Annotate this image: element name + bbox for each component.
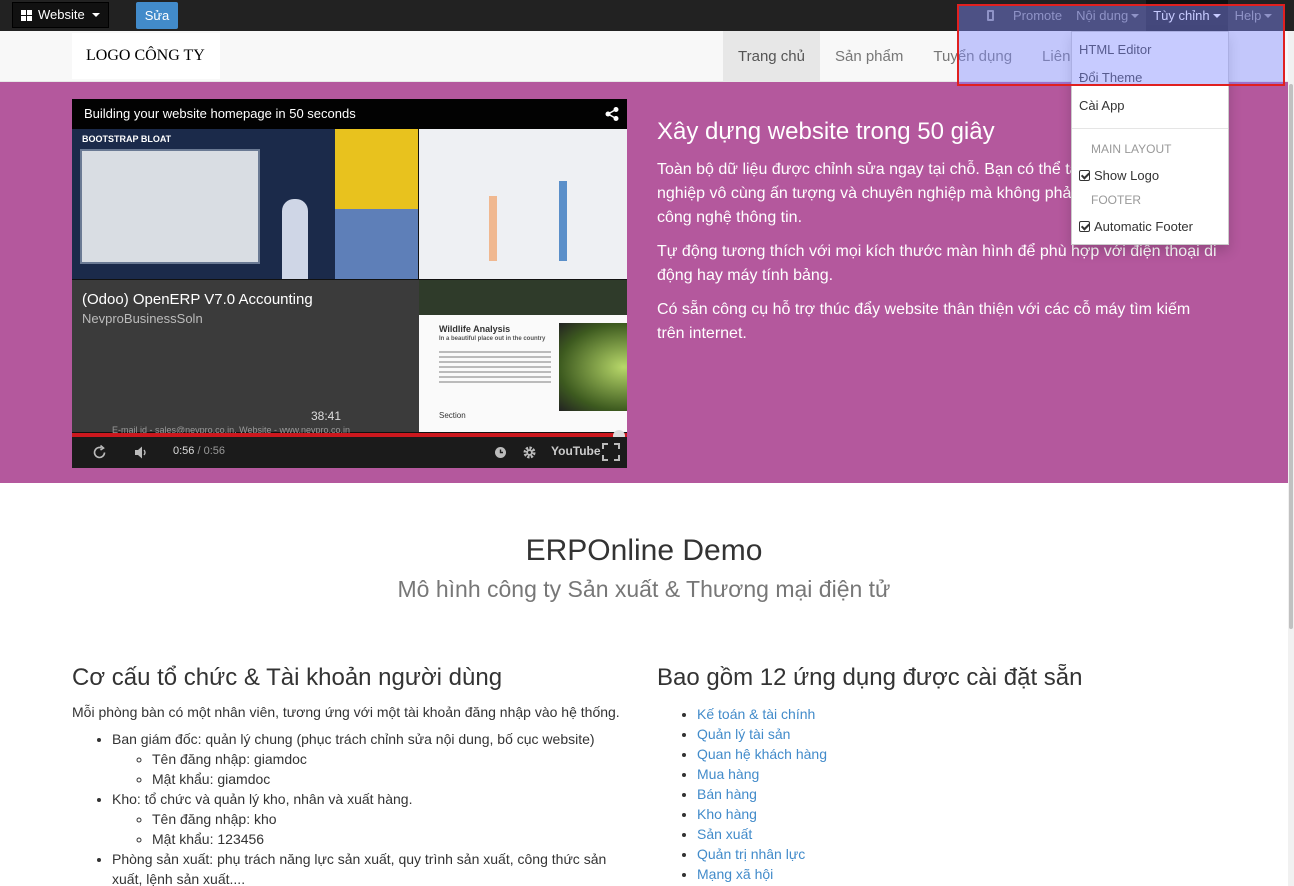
app-link[interactable]: Mua hàng (697, 766, 759, 782)
list-item: Tên đăng nhập: kho (152, 809, 632, 829)
app-link[interactable]: Mạng xã hội (697, 866, 773, 882)
list-item: Mạng xã hội (697, 864, 1217, 884)
video-thumb-3 (335, 209, 418, 279)
app-link[interactable]: Quan hệ khách hàng (697, 746, 827, 762)
app-link[interactable]: Quản lý tài sản (697, 726, 790, 742)
thumb-text: Section (439, 411, 466, 420)
volume-icon[interactable] (134, 445, 149, 460)
list-item: Quan hệ khách hàng (697, 744, 1217, 764)
install-app-item[interactable]: Cài App (1079, 96, 1125, 116)
thumb-bar (559, 181, 567, 261)
video-overlay-channel[interactable]: NevproBusinessSoln (82, 311, 203, 326)
highlight-box (957, 4, 1285, 86)
thumb-bar (489, 196, 497, 261)
menu-item-home[interactable]: Trang chủ (723, 31, 820, 82)
apps-section: Bao gồm 12 ứng dụng được cài đặt sẵn Kế … (657, 664, 1217, 884)
menu-item-products[interactable]: Sản phẩm (820, 31, 918, 82)
list-item: Phòng sản xuất: phụ trách năng lực sản x… (112, 849, 632, 886)
website-menu-label: Website (38, 7, 85, 22)
video-player[interactable]: BOOTSTRAP BLOAT Wildlife Analysis In a b… (72, 99, 627, 468)
watch-later-icon[interactable] (493, 445, 508, 460)
video-current-time: 0:56 (173, 445, 195, 457)
thumb-text: Wildlife Analysis (439, 324, 511, 334)
list-item: Kho hàng (697, 804, 1217, 824)
demo-title: ERPOnline Demo (525, 534, 763, 567)
check-icon (1079, 221, 1090, 232)
dropdown-divider (1072, 128, 1228, 129)
list-item: Mật khẩu: giamdoc (152, 769, 632, 789)
list-item: Mua hàng (697, 764, 1217, 784)
department-label: Kho: tổ chức và quản lý kho, nhân và xuấ… (112, 791, 413, 807)
grid-icon (21, 9, 32, 21)
thumb-header (419, 280, 627, 315)
video-total-time: / 0:56 (197, 445, 226, 457)
thumb-text: BOOTSTRAP BLOAT (82, 134, 172, 144)
show-logo-label: Show Logo (1094, 168, 1160, 183)
thumb-text: In a beautiful place out in the country (439, 336, 546, 342)
thumb-picture (559, 323, 627, 411)
video-thumb-2 (335, 129, 418, 209)
video-thumb-4 (419, 129, 627, 279)
list-item: Sản xuất (697, 824, 1217, 844)
list-item: Kho: tổ chức và quản lý kho, nhân và xuấ… (112, 789, 632, 849)
thumb-window (80, 149, 260, 264)
app-link[interactable]: Bán hàng (697, 786, 757, 802)
apps-heading: Bao gồm 12 ứng dụng được cài đặt sẵn (657, 664, 1083, 691)
app-link[interactable]: Kho hàng (697, 806, 757, 822)
hero-paragraph-2: Tự động tương thích với mọi kích thước m… (657, 243, 1217, 284)
show-logo-toggle[interactable]: Show Logo (1079, 166, 1159, 186)
replay-icon[interactable] (92, 445, 107, 460)
video-controls: 0:56 / 0:56 YouTube (72, 437, 627, 468)
org-structure-section: Cơ cấu tổ chức & Tài khoản người dùng Mỗ… (72, 664, 632, 886)
thumb-lines (439, 348, 551, 386)
caret-down-icon (91, 13, 100, 17)
demo-subtitle: Mô hình công ty Sản xuất & Thương mại đi… (397, 576, 891, 602)
footer-header: FOOTER (1091, 193, 1141, 207)
video-thumb-6: Wildlife Analysis In a beautiful place o… (419, 280, 627, 432)
gear-icon[interactable] (522, 445, 537, 460)
company-logo[interactable]: LOGO CÔNG TY (72, 33, 220, 79)
list-item: Bán hàng (697, 784, 1217, 804)
automatic-footer-label: Automatic Footer (1094, 219, 1193, 234)
apps-list: Kế toán & tài chính Quản lý tài sản Quan… (657, 704, 1217, 884)
website-menu-button[interactable]: Website (12, 2, 109, 28)
video-title[interactable]: Building your website homepage in 50 sec… (72, 99, 627, 129)
list-item: Tên đăng nhập: giamdoc (152, 749, 632, 769)
scrollbar-thumb[interactable] (1289, 84, 1293, 629)
list-item: Mật khẩu: 123456 (152, 829, 632, 849)
edit-button[interactable]: Sửa (136, 2, 178, 29)
video-duration-badge: 38:41 (311, 409, 342, 423)
list-item: Quản trị nhân lực (697, 844, 1217, 864)
department-label: Phòng sản xuất: phụ trách năng lực sản x… (112, 851, 607, 886)
app-link[interactable]: Quản trị nhân lực (697, 846, 805, 862)
hero-paragraph-3: Có sẵn công cụ hỗ trợ thúc đẩy website t… (657, 301, 1191, 342)
department-list: Ban giám đốc: quản lý chung (phục trách … (72, 729, 632, 886)
org-structure-heading: Cơ cấu tổ chức & Tài khoản người dùng (72, 664, 503, 691)
youtube-logo[interactable]: YouTube (551, 444, 601, 458)
list-item: Ban giám đốc: quản lý chung (phục trách … (112, 729, 632, 789)
share-icon[interactable] (605, 107, 619, 121)
fullscreen-icon[interactable] (602, 443, 620, 461)
list-item: Quản lý tài sản (697, 724, 1217, 744)
app-link[interactable]: Kế toán & tài chính (697, 706, 815, 722)
thumb-person (282, 199, 308, 279)
department-label: Ban giám đốc: quản lý chung (phục trách … (112, 731, 595, 747)
org-structure-intro: Mỗi phòng bàn có một nhân viên, tương ứn… (72, 704, 620, 720)
main-layout-header: MAIN LAYOUT (1091, 142, 1172, 156)
video-time: 0:56 / 0:56 (173, 445, 225, 457)
app-link[interactable]: Sản xuất (697, 826, 752, 842)
video-thumb-1: BOOTSTRAP BLOAT (72, 129, 335, 279)
list-item: Kế toán & tài chính (697, 704, 1217, 724)
automatic-footer-toggle[interactable]: Automatic Footer (1079, 217, 1193, 237)
video-overlay-title[interactable]: (Odoo) OpenERP V7.0 Accounting (82, 291, 313, 308)
check-icon (1079, 170, 1090, 181)
